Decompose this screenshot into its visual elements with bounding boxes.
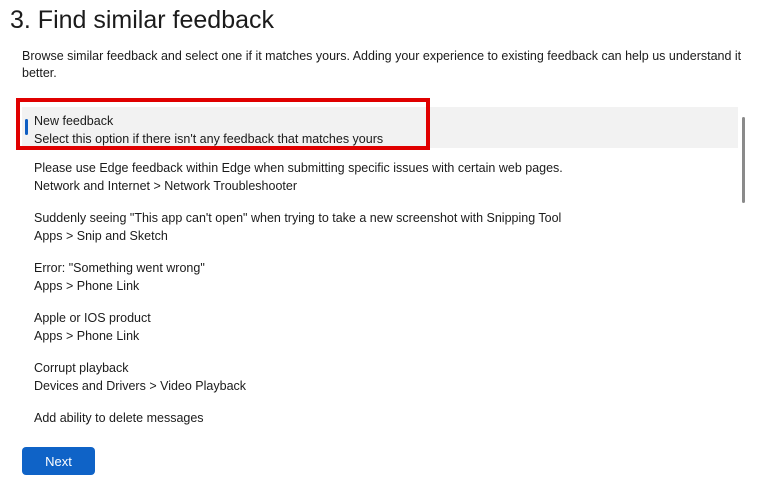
list-item-subtitle: Apps > Phone Link <box>34 328 140 343</box>
list-item-subtitle: Apps > Phone Link <box>34 278 140 293</box>
list-item-subtitle: Devices and Drivers > Video Playback <box>34 378 247 393</box>
list-item[interactable]: Please use Edge feedback within Edge whe… <box>22 154 738 198</box>
list-item[interactable]: Suddenly seeing "This app can't open" wh… <box>22 204 738 248</box>
list-item-title: Apple or IOS product <box>34 311 151 325</box>
list-item-title: Corrupt playback <box>34 361 129 375</box>
list-item-title: Please use Edge feedback within Edge whe… <box>34 161 563 175</box>
list-item-new-feedback[interactable]: New feedback Select this option if there… <box>22 107 738 148</box>
list-item[interactable]: Error: "Something went wrong" Apps > Pho… <box>22 254 738 298</box>
page-title: 3. Find similar feedback <box>10 6 275 34</box>
list-item-title: Add ability to delete messages <box>34 411 204 425</box>
list-item-title: Suddenly seeing "This app can't open" wh… <box>34 211 562 225</box>
list-item[interactable]: Add ability to delete messages <box>22 404 738 427</box>
selection-indicator <box>25 119 28 135</box>
list-item-subtitle: Apps > Snip and Sketch <box>34 228 168 243</box>
scrollbar-thumb[interactable] <box>742 117 745 203</box>
list-item-subtitle: Network and Internet > Network Troublesh… <box>34 178 297 193</box>
list-item[interactable]: Corrupt playback Devices and Drivers > V… <box>22 354 738 398</box>
next-button[interactable]: Next <box>22 447 95 475</box>
list-item-title: Error: "Something went wrong" <box>34 261 205 275</box>
list-scrollbar[interactable] <box>742 107 746 427</box>
feedback-page: 3. Find similar feedback Browse similar … <box>0 0 762 492</box>
page-description: Browse similar feedback and select one i… <box>22 49 742 80</box>
list-item-title: New feedback <box>34 114 114 128</box>
list-item-subtitle: Select this option if there isn't any fe… <box>34 131 384 146</box>
list-item[interactable]: Apple or IOS product Apps > Phone Link <box>22 304 738 348</box>
similar-feedback-list[interactable]: New feedback Select this option if there… <box>22 107 738 427</box>
